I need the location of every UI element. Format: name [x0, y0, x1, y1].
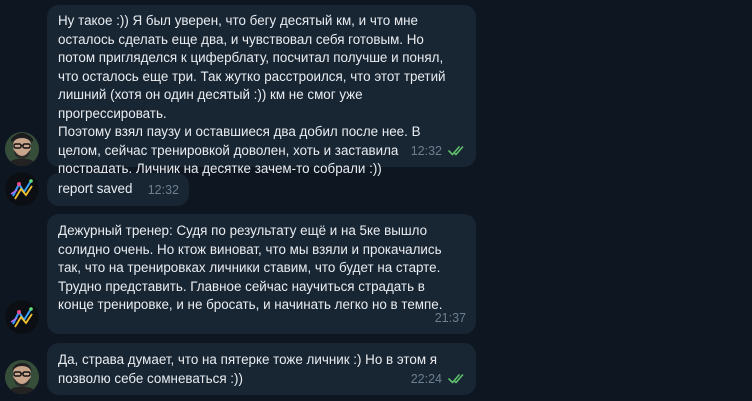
double-check-icon	[448, 146, 464, 156]
message-time: 12:32	[410, 143, 442, 158]
user-avatar[interactable]	[5, 132, 39, 166]
user-avatar[interactable]	[5, 360, 39, 394]
message-text: Дежурный тренер: Судя по результату ещё …	[58, 223, 443, 312]
message-bubble[interactable]: Ну такое :)) Я был уверен, что бегу деся…	[47, 5, 476, 176]
message-meta: 12:32	[148, 181, 179, 200]
bot-avatar[interactable]	[5, 300, 39, 334]
double-check-icon	[448, 374, 464, 384]
message-meta: 22:24	[411, 370, 466, 389]
message-time: 12:32	[147, 182, 179, 197]
message-bubble[interactable]: Да, страва думает, что на пятерке тоже л…	[47, 343, 476, 395]
message-text: Ну такое :)) Я был уверен, что бегу деся…	[58, 13, 446, 176]
chat-history: Ну такое :)) Я был уверен, что бегу деся…	[0, 0, 752, 401]
message-time: 21:37	[434, 310, 466, 325]
message-text: Да, страва думает, что на пятерке тоже л…	[58, 352, 438, 386]
message-meta: 12:32	[411, 142, 466, 161]
message-bubble[interactable]: Дежурный тренер: Судя по результату ещё …	[47, 214, 476, 334]
message-time: 22:24	[410, 371, 442, 386]
message-meta: 21:37	[435, 309, 466, 328]
bot-avatar[interactable]	[5, 172, 39, 206]
message-bubble[interactable]: report saved 12:32	[47, 173, 189, 206]
